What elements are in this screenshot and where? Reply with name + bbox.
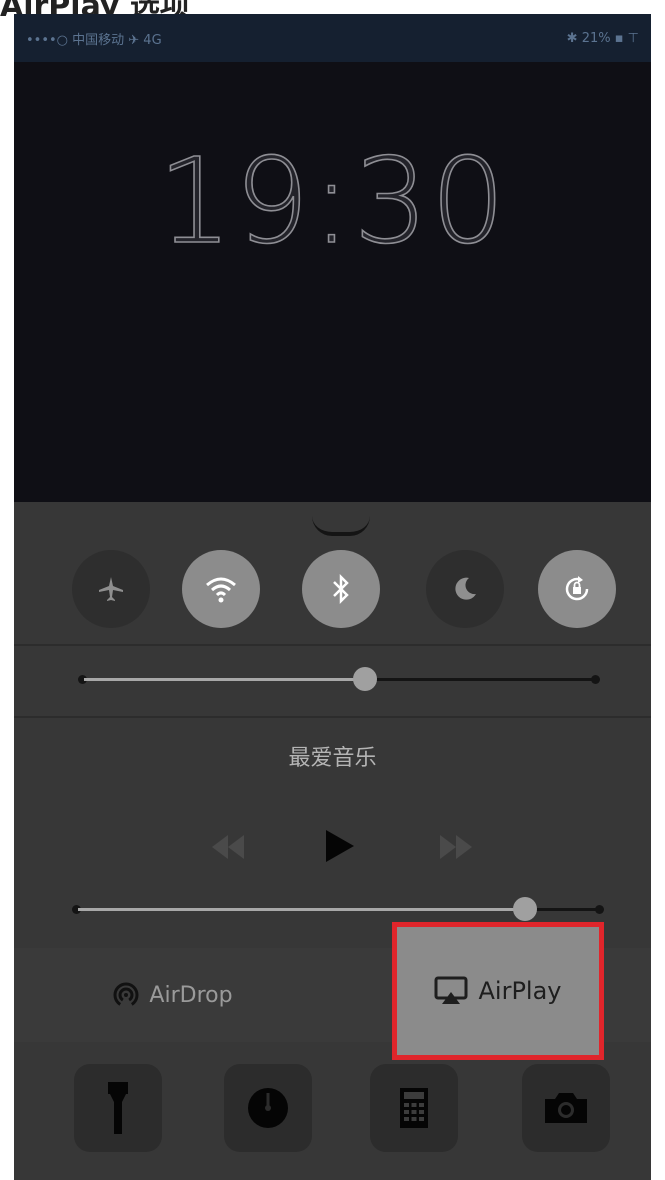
fast-forward-icon — [440, 835, 472, 859]
calculator-icon — [400, 1088, 428, 1128]
rewind-icon — [212, 835, 244, 859]
timer-icon — [248, 1088, 288, 1128]
phone-screen: ••••○ 中国移动 ✈ 4G ✱ 21% ▪ ⊤ 19:30 最爱音乐 Air… — [14, 14, 651, 1180]
control-center-grabber[interactable] — [312, 516, 370, 536]
camera-icon — [545, 1093, 587, 1123]
do-not-disturb-toggle[interactable] — [426, 550, 504, 628]
play-icon — [326, 830, 354, 862]
share-buttons-row: AirDrop AirPlay — [14, 922, 651, 1060]
brightness-track — [365, 678, 594, 681]
fast-forward-button[interactable] — [426, 827, 486, 867]
wifi-toggle[interactable] — [182, 550, 260, 628]
rotation-lock-icon — [565, 576, 589, 601]
calculator-button[interactable] — [370, 1064, 458, 1152]
camera-button[interactable] — [522, 1064, 610, 1152]
divider — [14, 644, 651, 646]
volume-high-icon — [595, 905, 604, 914]
airdrop-icon — [113, 982, 139, 1008]
brightness-slider[interactable] — [78, 667, 600, 691]
control-center: 最爱音乐 AirDrop AirPlay — [14, 502, 651, 1180]
volume-knob[interactable] — [513, 897, 537, 921]
bluetooth-icon — [333, 573, 349, 605]
toggle-row — [14, 550, 651, 640]
airplane-mode-toggle[interactable] — [72, 550, 150, 628]
status-right: ✱ 21% ▪ ⊤ — [566, 30, 639, 46]
volume-fill — [78, 908, 525, 911]
brightness-knob[interactable] — [353, 667, 377, 691]
airplay-button[interactable]: AirPlay — [392, 922, 604, 1060]
wifi-icon — [206, 577, 236, 603]
volume-slider[interactable] — [72, 897, 604, 921]
bluetooth-toggle[interactable] — [302, 550, 380, 628]
airplane-icon — [99, 577, 123, 601]
rotation-lock-toggle[interactable] — [538, 550, 616, 628]
flashlight-button[interactable] — [74, 1064, 162, 1152]
timer-button[interactable] — [224, 1064, 312, 1152]
lock-screen-time: 19:30 — [157, 131, 508, 271]
play-button[interactable] — [318, 820, 358, 872]
airdrop-button[interactable]: AirDrop — [14, 948, 332, 1042]
rewind-button[interactable] — [198, 827, 258, 867]
brightness-high-icon — [591, 675, 600, 684]
status-left: ••••○ 中国移动 ✈ 4G — [26, 32, 162, 48]
lock-screen: 19:30 — [14, 62, 651, 502]
airplay-icon — [434, 976, 468, 1004]
flashlight-icon — [108, 1082, 128, 1134]
airdrop-label: AirDrop — [149, 982, 233, 1008]
airplay-label: AirPlay — [478, 977, 562, 1005]
now-playing-title: 最爱音乐 — [288, 746, 377, 771]
status-bar: ••••○ 中国移动 ✈ 4G ✱ 21% ▪ ⊤ — [14, 14, 651, 62]
divider — [14, 716, 651, 718]
moon-icon — [455, 577, 476, 600]
brightness-fill — [84, 678, 365, 681]
